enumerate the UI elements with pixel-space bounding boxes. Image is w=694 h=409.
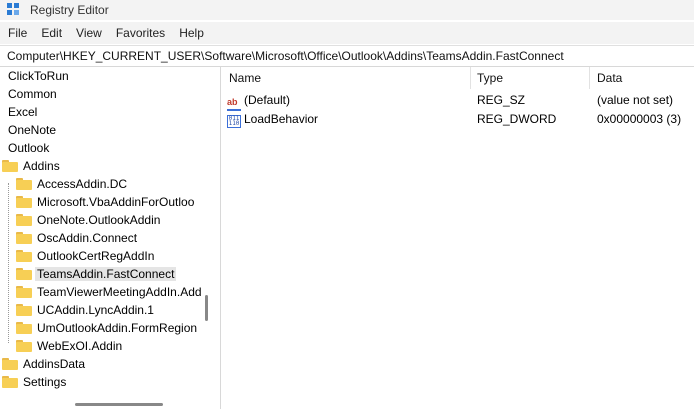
tree-item-label: TeamsAddin.FastConnect (35, 267, 177, 281)
address-bar[interactable]: Computer\HKEY_CURRENT_USER\Software\Micr… (0, 45, 694, 67)
folder-icon (16, 232, 32, 244)
folder-icon (16, 196, 32, 208)
key-tree-pane[interactable]: ClickToRun Common Excel OneNote Outlook Addin… (0, 67, 208, 409)
menu-view[interactable]: View (69, 22, 109, 44)
value-name: (Default) (244, 93, 291, 107)
value-data: (value not set) (597, 93, 674, 107)
tree-item-label: TeamViewerMeetingAddIn.Add (37, 285, 202, 299)
binary-value-icon: 011 110 (227, 115, 241, 128)
tree-item[interactable]: Microsoft.VbaAddinForOutloo (16, 193, 196, 211)
value-row-loadbehavior[interactable]: 011 110 LoadBehavior REG_DWORD 0x00000003 … (221, 110, 694, 128)
tree-item-label: AccessAddin.DC (37, 177, 128, 191)
tree-item-label: ClickToRun (8, 69, 69, 83)
tree-horizontal-scrollbar[interactable] (75, 403, 163, 406)
tree-item[interactable]: OscAddin.Connect (16, 229, 139, 247)
tree-item[interactable]: OneNote (6, 121, 58, 139)
tree-item[interactable]: Settings (2, 373, 68, 391)
folder-icon (2, 376, 18, 388)
folder-icon (16, 268, 32, 280)
tree-item-label: UCAddin.LyncAddin.1 (37, 303, 154, 317)
folder-icon (2, 358, 18, 370)
column-separator[interactable] (589, 67, 590, 89)
folder-icon (16, 250, 32, 262)
tree-item[interactable]: Addins (2, 157, 62, 175)
tree-item[interactable]: OneNote.OutlookAddin (16, 211, 162, 229)
tree-item[interactable]: Common (6, 85, 59, 103)
tree-item-label: UmOutlookAddin.FormRegion (37, 321, 198, 335)
menu-favorites[interactable]: Favorites (109, 22, 172, 44)
value-name-cell: ab (Default) (227, 91, 290, 111)
tree-item-label: Microsoft.VbaAddinForOutloo (37, 195, 195, 209)
tree-item[interactable]: ClickToRun (6, 67, 71, 85)
folder-icon (2, 160, 18, 172)
tree-item[interactable]: UCAddin.LyncAddin.1 (16, 301, 156, 319)
tree-item-label: WebExOI.Addin (37, 339, 123, 353)
folder-icon (16, 286, 32, 298)
tree-item-label: Settings (23, 375, 67, 389)
value-name-cell: 011 110 LoadBehavior (227, 110, 318, 128)
string-value-icon: ab (227, 97, 241, 111)
menu-bar: File Edit View Favorites Help (0, 22, 694, 44)
values-list-pane[interactable]: Name Type Data ab (Default) REG_SZ (value… (221, 67, 694, 409)
registry-editor-icon (7, 3, 19, 15)
tree-item-label: OscAddin.Connect (37, 231, 138, 245)
folder-icon (16, 214, 32, 226)
tree-item[interactable]: AccessAddin.DC (16, 175, 129, 193)
window-title: Registry Editor (30, 3, 109, 17)
tree-vertical-scrollbar[interactable] (205, 295, 208, 321)
tree-item[interactable]: UmOutlookAddin.FormRegion (16, 319, 199, 337)
tree-item-label: OneNote (8, 123, 57, 137)
tree-guide-line (8, 183, 10, 343)
folder-icon (16, 304, 32, 316)
tree-item-label: OneNote.OutlookAddin (37, 213, 161, 227)
tree-item-label: Common (8, 87, 57, 101)
value-row-default[interactable]: ab (Default) REG_SZ (value not set) (221, 91, 694, 111)
tree-item-label: Outlook (8, 141, 50, 155)
tree-item[interactable]: TeamViewerMeetingAddIn.Add (16, 283, 204, 301)
title-bar: Registry Editor (0, 0, 694, 20)
tree-item[interactable]: OutlookCertRegAddIn (16, 247, 156, 265)
value-name: LoadBehavior (244, 112, 319, 126)
column-header-type[interactable]: Type (477, 71, 503, 85)
tree-item-label: Addins (23, 159, 60, 173)
value-type: REG_DWORD (477, 112, 557, 126)
value-type: REG_SZ (477, 93, 526, 107)
menu-edit[interactable]: Edit (34, 22, 69, 44)
tree-item-label: AddinsData (23, 357, 86, 371)
folder-icon (16, 178, 32, 190)
menu-file[interactable]: File (0, 22, 34, 44)
tree-item[interactable]: WebExOI.Addin (16, 337, 124, 355)
address-path[interactable]: Computer\HKEY_CURRENT_USER\Software\Micr… (7, 49, 564, 63)
folder-icon (16, 322, 32, 334)
column-header-name[interactable]: Name (229, 71, 261, 85)
menu-help[interactable]: Help (172, 22, 211, 44)
column-header-data[interactable]: Data (597, 71, 622, 85)
tree-item[interactable]: Excel (6, 103, 39, 121)
column-separator[interactable] (470, 67, 471, 89)
tree-item-label: OutlookCertRegAddIn (37, 249, 155, 263)
value-data: 0x00000003 (3) (597, 112, 682, 126)
folder-icon (16, 340, 32, 352)
tree-item[interactable]: TeamsAddin.FastConnect (16, 265, 177, 283)
tree-item-label: Excel (8, 105, 38, 119)
tree-item[interactable]: AddinsData (2, 355, 87, 373)
tree-item[interactable]: Outlook (6, 139, 51, 157)
